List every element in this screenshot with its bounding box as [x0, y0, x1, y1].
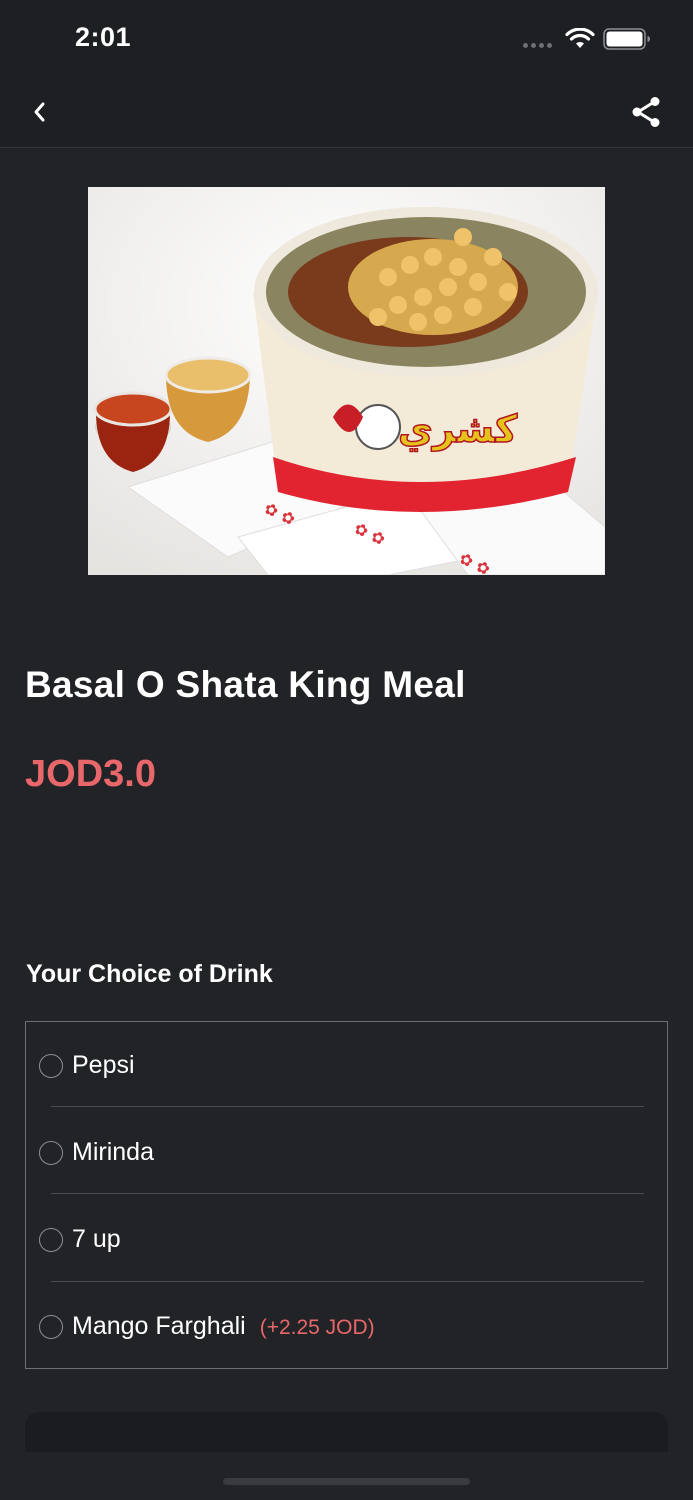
product-title: Basal O Shata King Meal [25, 664, 466, 705]
koshary-bowl-illustration: ✿ ✿ ✿ ✿ ✿ ✿ كشري [88, 187, 605, 575]
drink-options-list: Pepsi Mirinda 7 up Mango Farghali (+2.25… [25, 1021, 668, 1369]
share-button[interactable] [624, 90, 668, 134]
status-bar: 2:01 [0, 0, 693, 80]
status-time: 2:01 [75, 22, 132, 52]
svg-text:كشري: كشري [398, 407, 518, 451]
option-label: Mirinda [72, 1138, 154, 1166]
drink-section-title: Your Choice of Drink [26, 960, 273, 988]
bottom-card [25, 1412, 668, 1452]
radio-button[interactable] [39, 1140, 63, 1165]
product-price: JOD3.0 [25, 753, 156, 795]
option-label: 7 up [72, 1225, 121, 1253]
cellular-signal-icon [523, 43, 552, 48]
divider [51, 1193, 644, 1194]
share-icon [632, 97, 660, 127]
back-button[interactable] [22, 94, 58, 130]
product-image: ✿ ✿ ✿ ✿ ✿ ✿ كشري [88, 187, 605, 575]
radio-button[interactable] [39, 1053, 63, 1078]
wifi-icon [565, 28, 595, 48]
option-extra-price: (+2.25 JOD) [259, 1316, 375, 1339]
option-label: Pepsi [72, 1051, 135, 1079]
drink-option-mango-farghali[interactable]: Mango Farghali (+2.25 JOD) [26, 1283, 669, 1370]
option-label: Mango Farghali [72, 1312, 246, 1340]
nav-bar [0, 80, 693, 148]
chevron-left-icon [34, 102, 45, 122]
radio-button[interactable] [39, 1227, 63, 1252]
radio-button[interactable] [39, 1314, 63, 1339]
drink-option-pepsi[interactable]: Pepsi [26, 1022, 669, 1109]
battery-icon [603, 28, 650, 50]
divider [51, 1106, 644, 1107]
drink-option-7up[interactable]: 7 up [26, 1196, 669, 1283]
home-indicator [223, 1478, 470, 1485]
divider [51, 1281, 644, 1282]
drink-option-mirinda[interactable]: Mirinda [26, 1109, 669, 1196]
